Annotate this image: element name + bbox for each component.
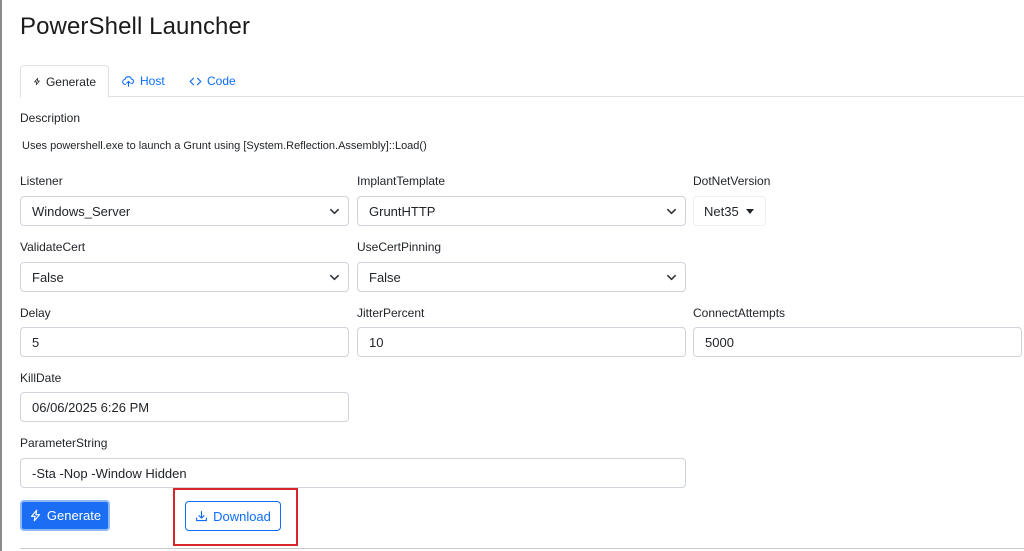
code-icon: [189, 77, 202, 85]
divider: [20, 548, 1024, 549]
validate-cert-value: False: [32, 269, 64, 285]
page-title: PowerShell Launcher: [20, 13, 251, 40]
jitter-percent-label: JitterPercent: [357, 306, 425, 320]
use-cert-pinning-value: False: [369, 269, 401, 285]
lightning-icon: [34, 77, 40, 86]
connect-attempts-value: 5000: [705, 334, 734, 350]
kill-date-value: 06/06/2025 6:26 PM: [32, 399, 150, 415]
tab-code-label: Code: [207, 74, 236, 88]
download-icon: [196, 510, 208, 521]
download-button-label: Download: [213, 508, 271, 524]
parameter-string-input[interactable]: -Sta -Nop -Window Hidden: [20, 458, 686, 488]
validate-cert-select[interactable]: False: [20, 262, 349, 292]
delay-label: Delay: [20, 306, 51, 320]
parameter-string-label: ParameterString: [20, 436, 108, 450]
kill-date-label: KillDate: [20, 371, 62, 385]
download-button[interactable]: Download: [185, 501, 281, 531]
use-cert-pinning-select[interactable]: False: [357, 262, 686, 292]
listener-select[interactable]: Windows_Server: [20, 196, 349, 226]
implant-template-select[interactable]: GruntHTTP: [357, 196, 686, 226]
tab-generate[interactable]: Generate: [20, 65, 109, 98]
chevron-down-icon: [667, 274, 676, 281]
generate-button[interactable]: Generate: [20, 500, 110, 531]
connect-attempts-input[interactable]: 5000: [693, 327, 1022, 357]
delay-input[interactable]: 5: [20, 327, 349, 357]
tab-host-label: Host: [140, 74, 165, 88]
dotnet-version-label: DotNetVersion: [693, 174, 771, 188]
description-label: Description: [20, 111, 81, 125]
lightning-icon: [30, 509, 41, 522]
dotnet-version-select[interactable]: Net35: [693, 196, 766, 226]
tab-generate-label: Generate: [45, 74, 96, 89]
dotnet-version-value: Net35: [704, 203, 739, 219]
parameter-string-value: -Sta -Nop -Window Hidden: [32, 465, 187, 481]
jitter-percent-input[interactable]: 10: [357, 327, 686, 357]
generate-button-label: Generate: [46, 508, 102, 523]
connect-attempts-label: ConnectAttempts: [693, 306, 786, 320]
kill-date-input[interactable]: 06/06/2025 6:26 PM: [20, 392, 349, 422]
tab-bar: Generate Host Code: [20, 65, 1024, 98]
listener-value: Windows_Server: [32, 203, 131, 219]
jitter-percent-value: 10: [369, 334, 384, 350]
listener-label: Listener: [20, 174, 63, 188]
description-text: Uses powershell.exe to launch a Grunt us…: [22, 140, 427, 152]
tab-code[interactable]: Code: [177, 65, 248, 97]
caret-down-icon: [746, 209, 754, 214]
cloud-upload-icon: [122, 75, 134, 87]
implant-template-label: ImplantTemplate: [357, 174, 446, 188]
validate-cert-label: ValidateCert: [20, 240, 86, 254]
left-border: [0, 0, 2, 551]
chevron-down-icon: [330, 208, 339, 215]
delay-value: 5: [32, 334, 40, 350]
chevron-down-icon: [330, 274, 339, 281]
chevron-down-icon: [667, 208, 676, 215]
implant-template-value: GruntHTTP: [369, 203, 436, 219]
tab-host[interactable]: Host: [110, 65, 177, 97]
use-cert-pinning-label: UseCertPinning: [357, 240, 442, 254]
